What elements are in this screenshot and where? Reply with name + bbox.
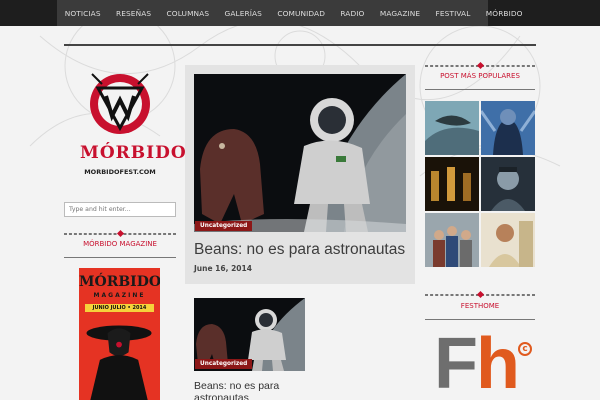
- nav-item-festival[interactable]: FESTIVAL: [428, 9, 478, 18]
- magazine-cover-issue: JUNIO JULIO • 2014: [85, 304, 154, 312]
- nav-item-morbido[interactable]: MÓRBIDO: [478, 9, 530, 18]
- popular-posts-title: POST MÁS POPULARES: [440, 72, 520, 80]
- nav-item-galerias[interactable]: GALERÍAS: [217, 9, 270, 18]
- widget-divider-bottom: [64, 257, 176, 258]
- nav-item-noticias[interactable]: NOTICIAS: [57, 9, 108, 18]
- featured-post-image[interactable]: [194, 74, 406, 232]
- festhome-copyright-letter: c: [522, 344, 528, 354]
- search-input[interactable]: [64, 202, 176, 217]
- festhome-logo-h: h: [476, 324, 520, 400]
- nav-item-radio[interactable]: RADIO: [333, 9, 372, 18]
- nav-item-comunidad[interactable]: COMUNIDAD: [270, 9, 333, 18]
- festhome-copyright-mark: c: [518, 342, 532, 356]
- featured-category-tag[interactable]: Uncategorized: [195, 221, 253, 231]
- magazine-cover-title: MÓRBIDO: [79, 274, 160, 290]
- magazine-cover[interactable]: MÓRBIDO MAGAZINE JUNIO JULIO • 2014: [79, 268, 160, 400]
- widget-divider: [64, 229, 176, 238]
- logo-wordmark[interactable]: MÓRBIDO: [80, 143, 186, 163]
- festhome-logo[interactable]: F h c: [434, 324, 544, 400]
- popular-post-thumbnail[interactable]: [425, 157, 479, 211]
- popular-post-thumbnail[interactable]: [481, 213, 535, 267]
- widget-divider-bottom: [425, 319, 535, 320]
- logo-url: MORBIDOFEST.COM: [84, 168, 156, 176]
- popular-post-thumbnail[interactable]: [481, 157, 535, 211]
- featured-post-date: June 16, 2014: [194, 264, 252, 273]
- post-title[interactable]: Beans: no es para astronautas: [194, 380, 304, 400]
- widget-divider-bottom: [425, 89, 535, 90]
- magazine-cover-subtitle: MAGAZINE: [93, 292, 146, 299]
- magazine-widget-title: MÓRBIDO MAGAZINE: [83, 240, 157, 248]
- magazine-cover-figure: [86, 325, 152, 400]
- popular-post-thumbnail[interactable]: [481, 101, 535, 155]
- nav-item-resenas[interactable]: RESEÑAS: [108, 9, 159, 18]
- nav-item-magazine[interactable]: MAGAZINE: [372, 9, 428, 18]
- widget-divider: [425, 290, 535, 299]
- popular-post-thumbnail[interactable]: [425, 101, 479, 155]
- post-category-tag[interactable]: Uncategorized: [195, 359, 253, 369]
- popular-post-thumbnail[interactable]: [425, 213, 479, 267]
- main-navigation: NOTICIAS RESEÑAS COLUMNAS GALERÍAS COMUN…: [0, 0, 600, 26]
- morbido-logo-emblem[interactable]: [80, 66, 160, 146]
- featured-post-title[interactable]: Beans: no es para astronautas: [194, 241, 405, 259]
- festhome-logo-f: F: [434, 324, 478, 400]
- nav-menu: NOTICIAS RESEÑAS COLUMNAS GALERÍAS COMUN…: [57, 0, 530, 26]
- popular-posts-grid: [425, 101, 535, 267]
- header-divider: [64, 44, 536, 46]
- nav-item-columnas[interactable]: COLUMNAS: [159, 9, 217, 18]
- festhome-widget-title: FESTHOME: [460, 302, 500, 310]
- widget-divider: [425, 61, 535, 70]
